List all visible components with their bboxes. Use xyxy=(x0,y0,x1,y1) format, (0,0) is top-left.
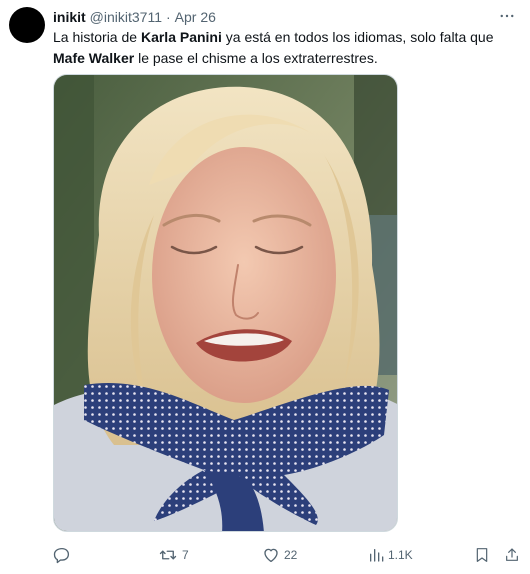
tweet[interactable]: inikit @inikit3711 · Apr 26 La historia … xyxy=(0,0,530,574)
views-count: 1.1K xyxy=(388,548,413,562)
like-button[interactable]: 22 xyxy=(262,544,297,566)
tweet-actions: 7 22 1.1K xyxy=(53,544,519,566)
reply-button[interactable] xyxy=(53,544,75,566)
tweet-text-part: La historia de xyxy=(53,29,141,45)
reply-icon xyxy=(53,547,70,564)
tweet-text-part: le pase el chisme a los extraterrestres. xyxy=(134,50,378,66)
like-count: 22 xyxy=(284,548,298,562)
avatar[interactable] xyxy=(9,7,45,43)
author-handle[interactable]: @inikit3711 xyxy=(90,9,162,25)
photo-woman-scarf xyxy=(54,75,397,531)
share-button[interactable] xyxy=(504,544,520,566)
mention-karla-panini: Karla Panini xyxy=(140,29,222,45)
tweet-text-part: ya está en todos los idiomas, solo falta… xyxy=(221,29,494,45)
more-options-button[interactable] xyxy=(496,6,518,26)
retweet-button[interactable]: 7 xyxy=(158,544,189,566)
tweet-photo[interactable] xyxy=(53,74,398,532)
author-display-name[interactable]: inikit xyxy=(53,9,86,25)
retweet-count: 7 xyxy=(182,548,189,562)
more-horizontal-icon xyxy=(500,14,514,18)
mention-mafe-walker: Mafe Walker xyxy=(53,50,135,66)
tweet-text: La historia de Karla Panini ya está en t… xyxy=(53,27,513,69)
views-button[interactable]: 1.1K xyxy=(368,544,413,566)
views-bar-chart-icon xyxy=(370,549,384,562)
heart-icon xyxy=(264,548,278,563)
tweet-date[interactable]: Apr 26 xyxy=(175,9,216,25)
header-separator: · xyxy=(166,9,171,25)
share-upload-icon xyxy=(506,548,518,561)
retweet-icon xyxy=(159,550,177,560)
bookmark-icon xyxy=(476,548,488,562)
tweet-header: inikit @inikit3711 · Apr 26 xyxy=(53,8,216,26)
bookmark-button[interactable] xyxy=(474,544,490,566)
